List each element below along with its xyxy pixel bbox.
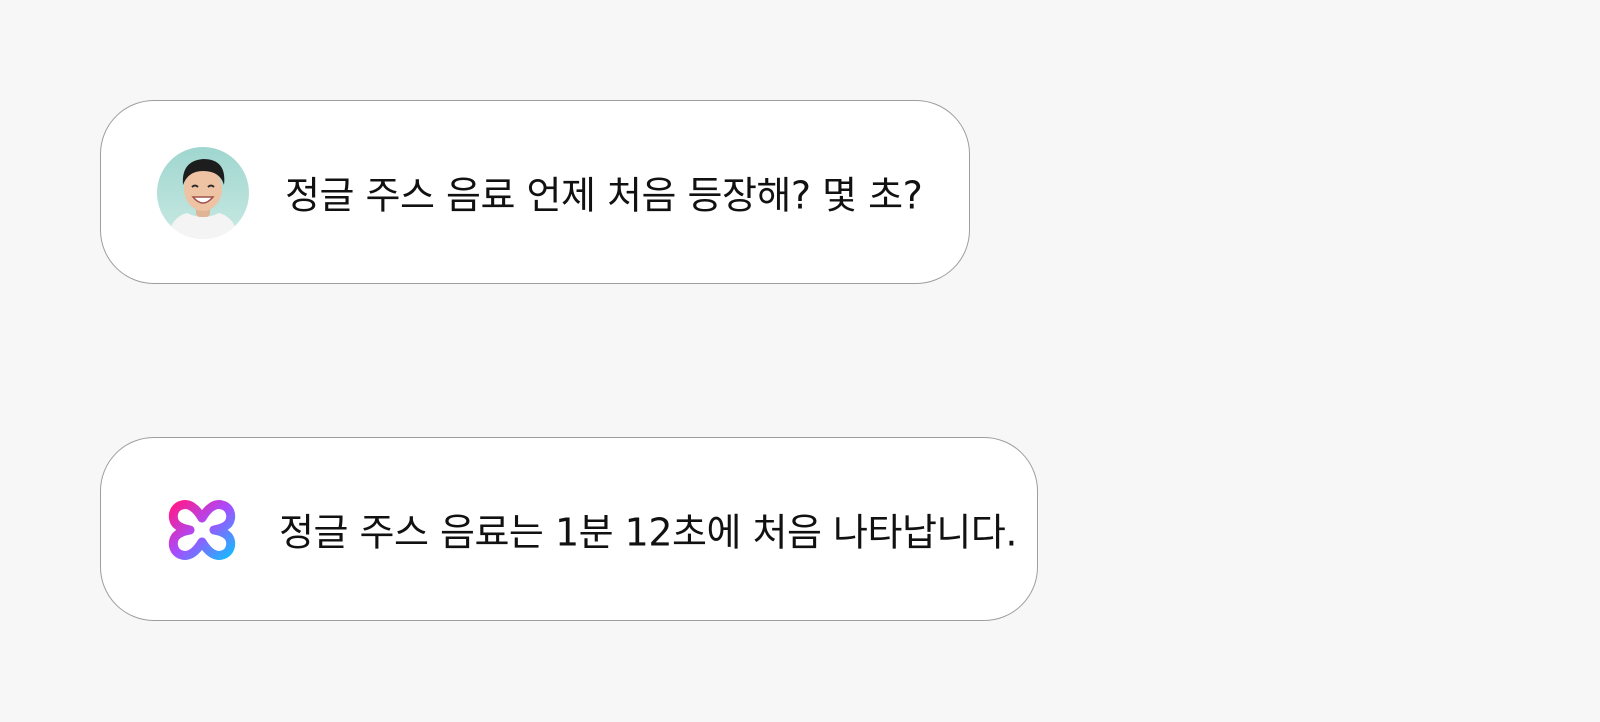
user-message-text: 정글 주스 음료 언제 처음 등장해? 몇 초? [285,173,923,218]
assistant-logo-icon [163,491,241,569]
user-avatar [157,147,249,239]
assistant-message-text: 정글 주스 음료는 1분 12초에 처음 나타납니다. [279,510,1017,555]
user-avatar-photo-icon [157,147,249,239]
user-message-bubble: 정글 주스 음료 언제 처음 등장해? 몇 초? [100,100,970,284]
assistant-message-bubble: 정글 주스 음료는 1분 12초에 처음 나타납니다. [100,437,1038,621]
chat-canvas: 정글 주스 음료 언제 처음 등장해? 몇 초? 정글 주스 음료는 1분 12… [0,0,1600,722]
